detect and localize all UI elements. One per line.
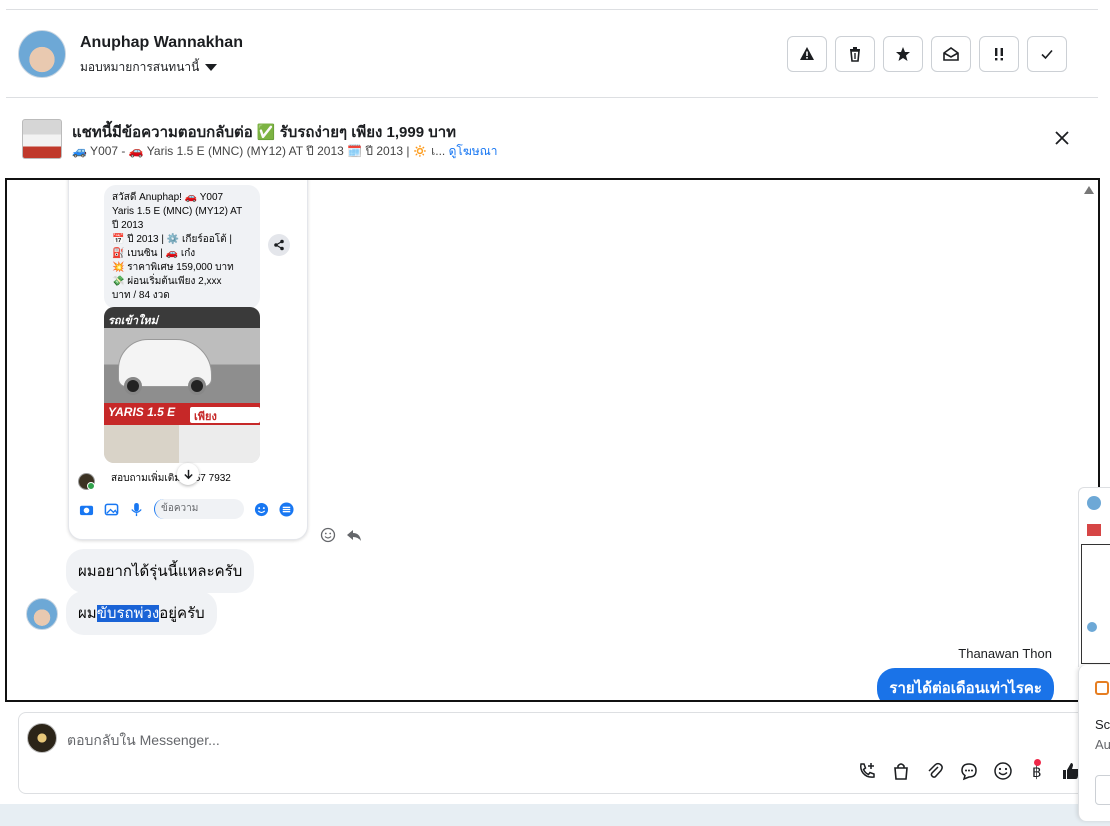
ad-subtitle: 🚙 Y007 - 🚗 Yaris 1.5 E (MNC) (MY12) AT ป… — [72, 142, 498, 161]
conversation-header: Anuphap Wannakhan มอบหมายการสนทนานี้ — [6, 10, 1098, 98]
download-button[interactable] — [177, 463, 199, 485]
bottom-strip — [0, 804, 1110, 826]
scroll-up-arrow[interactable] — [1084, 186, 1094, 194]
car-wheel — [124, 377, 142, 395]
car-price-tag: เพียง 159,000.- — [190, 407, 260, 437]
shopping-bag-icon[interactable] — [891, 761, 911, 781]
car-wheel — [188, 377, 206, 395]
preview-line: ปี 2013 — [112, 220, 144, 231]
thread-frame — [1081, 544, 1110, 664]
react-emoji-icon[interactable] — [320, 527, 336, 543]
preview-line: ⛽ เบนซิน | 🚗 เก๋ง — [112, 248, 196, 259]
ad-thumbnail[interactable] — [22, 119, 62, 159]
car-photo-bottom — [104, 425, 260, 463]
notification-dot — [1034, 759, 1041, 766]
popup-title: Scr — [1095, 717, 1110, 732]
preview-line: 💸 ผ่อนเริ่มต้นเพียง 2,xxx — [112, 276, 222, 287]
envelope-open-icon — [943, 47, 959, 61]
delete-button[interactable] — [835, 36, 875, 72]
side-popup[interactable]: Scr Au — [1078, 665, 1110, 821]
preview-message: สวัสดี Anuphap! 🚗 Y007 Yaris 1.5 E (MNC)… — [104, 185, 260, 309]
car-headline: รถเข้าใหม่ — [108, 315, 158, 327]
message-thread[interactable]: สวัสดี Anuphap! 🚗 Y007 Yaris 1.5 E (MNC)… — [5, 178, 1100, 702]
page-avatar — [78, 473, 95, 490]
ad-title: แชทนี้มีข้อความตอบกลับต่อ ✅ รับรถง่ายๆ เ… — [72, 124, 457, 141]
arrow-down-icon — [183, 469, 193, 479]
follow-up-button[interactable] — [979, 36, 1019, 72]
mark-unread-button[interactable] — [931, 36, 971, 72]
attachment-icon[interactable] — [925, 761, 945, 781]
side-conversation-preview[interactable] — [1078, 487, 1110, 667]
message-text: ผม — [78, 605, 97, 622]
preview-line: 💥 ราคาพิเศษ 159,000 บาท — [112, 262, 234, 273]
share-icon — [274, 239, 284, 251]
app-icon — [1095, 681, 1109, 695]
close-icon[interactable] — [1053, 129, 1071, 147]
check-icon — [1041, 49, 1053, 60]
warning-icon — [800, 47, 814, 60]
agent-name: Thanawan Thon — [958, 646, 1052, 661]
outgoing-message[interactable]: รายได้ต่อเดือนเท่าไรคะ — [877, 668, 1054, 700]
message-text: อยู่ครับ — [159, 605, 205, 622]
header-actions — [787, 36, 1067, 72]
car-model-label: YARIS 1.5 E — [108, 405, 176, 419]
contact-name[interactable]: Anuphap Wannakhan — [80, 34, 243, 52]
menu-icon — [279, 501, 294, 517]
contact-avatar-small — [1087, 622, 1097, 632]
preview-line: Yaris 1.5 E (MNC) (MY12) AT — [112, 206, 243, 217]
ad-subtitle-text: 🚙 Y007 - 🚗 Yaris 1.5 E (MNC) (MY12) AT ป… — [72, 144, 446, 158]
star-icon — [896, 47, 910, 61]
message-actions — [320, 527, 362, 543]
contact-avatar-small — [26, 598, 58, 630]
selected-text: ขับรถพ่วง — [96, 605, 160, 622]
popup-subtitle: Au — [1095, 737, 1110, 752]
camera-icon — [79, 505, 94, 515]
quick-reply-icon[interactable] — [959, 761, 979, 781]
shared-screenshot[interactable]: สวัสดี Anuphap! 🚗 Y007 Yaris 1.5 E (MNC)… — [68, 180, 308, 540]
ad-thumbnail — [1087, 524, 1101, 536]
share-button[interactable] — [268, 234, 290, 256]
top-divider — [6, 0, 1098, 10]
emoji-icon — [254, 502, 269, 516]
microphone-icon — [131, 502, 142, 516]
incoming-message[interactable]: ผมอยากได้รุ่นนี้แหละครับ — [66, 549, 255, 593]
reply-composer: ตอบกลับใน Messenger... ฿ — [18, 712, 1090, 794]
preview-input: ข้อความ — [154, 499, 244, 519]
car-ad-image[interactable]: รถเข้าใหม่ YARIS 1.5 E เพียง 159,000.- — [104, 307, 260, 463]
image-icon — [104, 503, 119, 515]
composer-tools: ฿ — [857, 761, 1081, 781]
emoji-icon[interactable] — [993, 761, 1013, 781]
trash-icon — [850, 47, 860, 62]
contact-avatar — [1087, 496, 1101, 510]
reply-input[interactable]: ตอบกลับใน Messenger... — [67, 730, 220, 752]
preview-footer-text: สอบถามเพิ่มเติม 0657 7932 — [111, 473, 231, 484]
preview-line: สวัสดี Anuphap! 🚗 Y007 — [112, 192, 224, 203]
star-button[interactable] — [883, 36, 923, 72]
assign-label: มอบหมายการสนทนานี้ — [80, 60, 200, 74]
preview-line: 📅 ปี 2013 | ⚙️ เกียร์ออโต้ | — [112, 234, 232, 245]
follow-up-icon — [995, 48, 1003, 61]
view-ad-link[interactable]: ดูโฆษณา — [449, 144, 498, 158]
call-icon[interactable] — [857, 761, 877, 781]
preview-composer: ข้อความ — [69, 495, 307, 523]
mark-done-button[interactable] — [1027, 36, 1067, 72]
chevron-down-icon — [205, 64, 218, 71]
preview-line: บาท / 84 งวด — [112, 290, 170, 301]
report-button[interactable] — [787, 36, 827, 72]
assign-conversation-dropdown[interactable]: มอบหมายการสนทนานี้ — [80, 58, 218, 77]
reply-icon[interactable] — [346, 527, 362, 543]
ad-context-bar: แชทนี้มีข้อความตอบกลับต่อ ✅ รับรถง่ายๆ เ… — [6, 99, 1098, 177]
incoming-message[interactable]: ผมขับรถพ่วงอยู่ครับ — [66, 591, 217, 635]
popup-button[interactable] — [1095, 775, 1110, 805]
page-avatar — [27, 723, 57, 753]
contact-avatar[interactable] — [18, 30, 66, 78]
